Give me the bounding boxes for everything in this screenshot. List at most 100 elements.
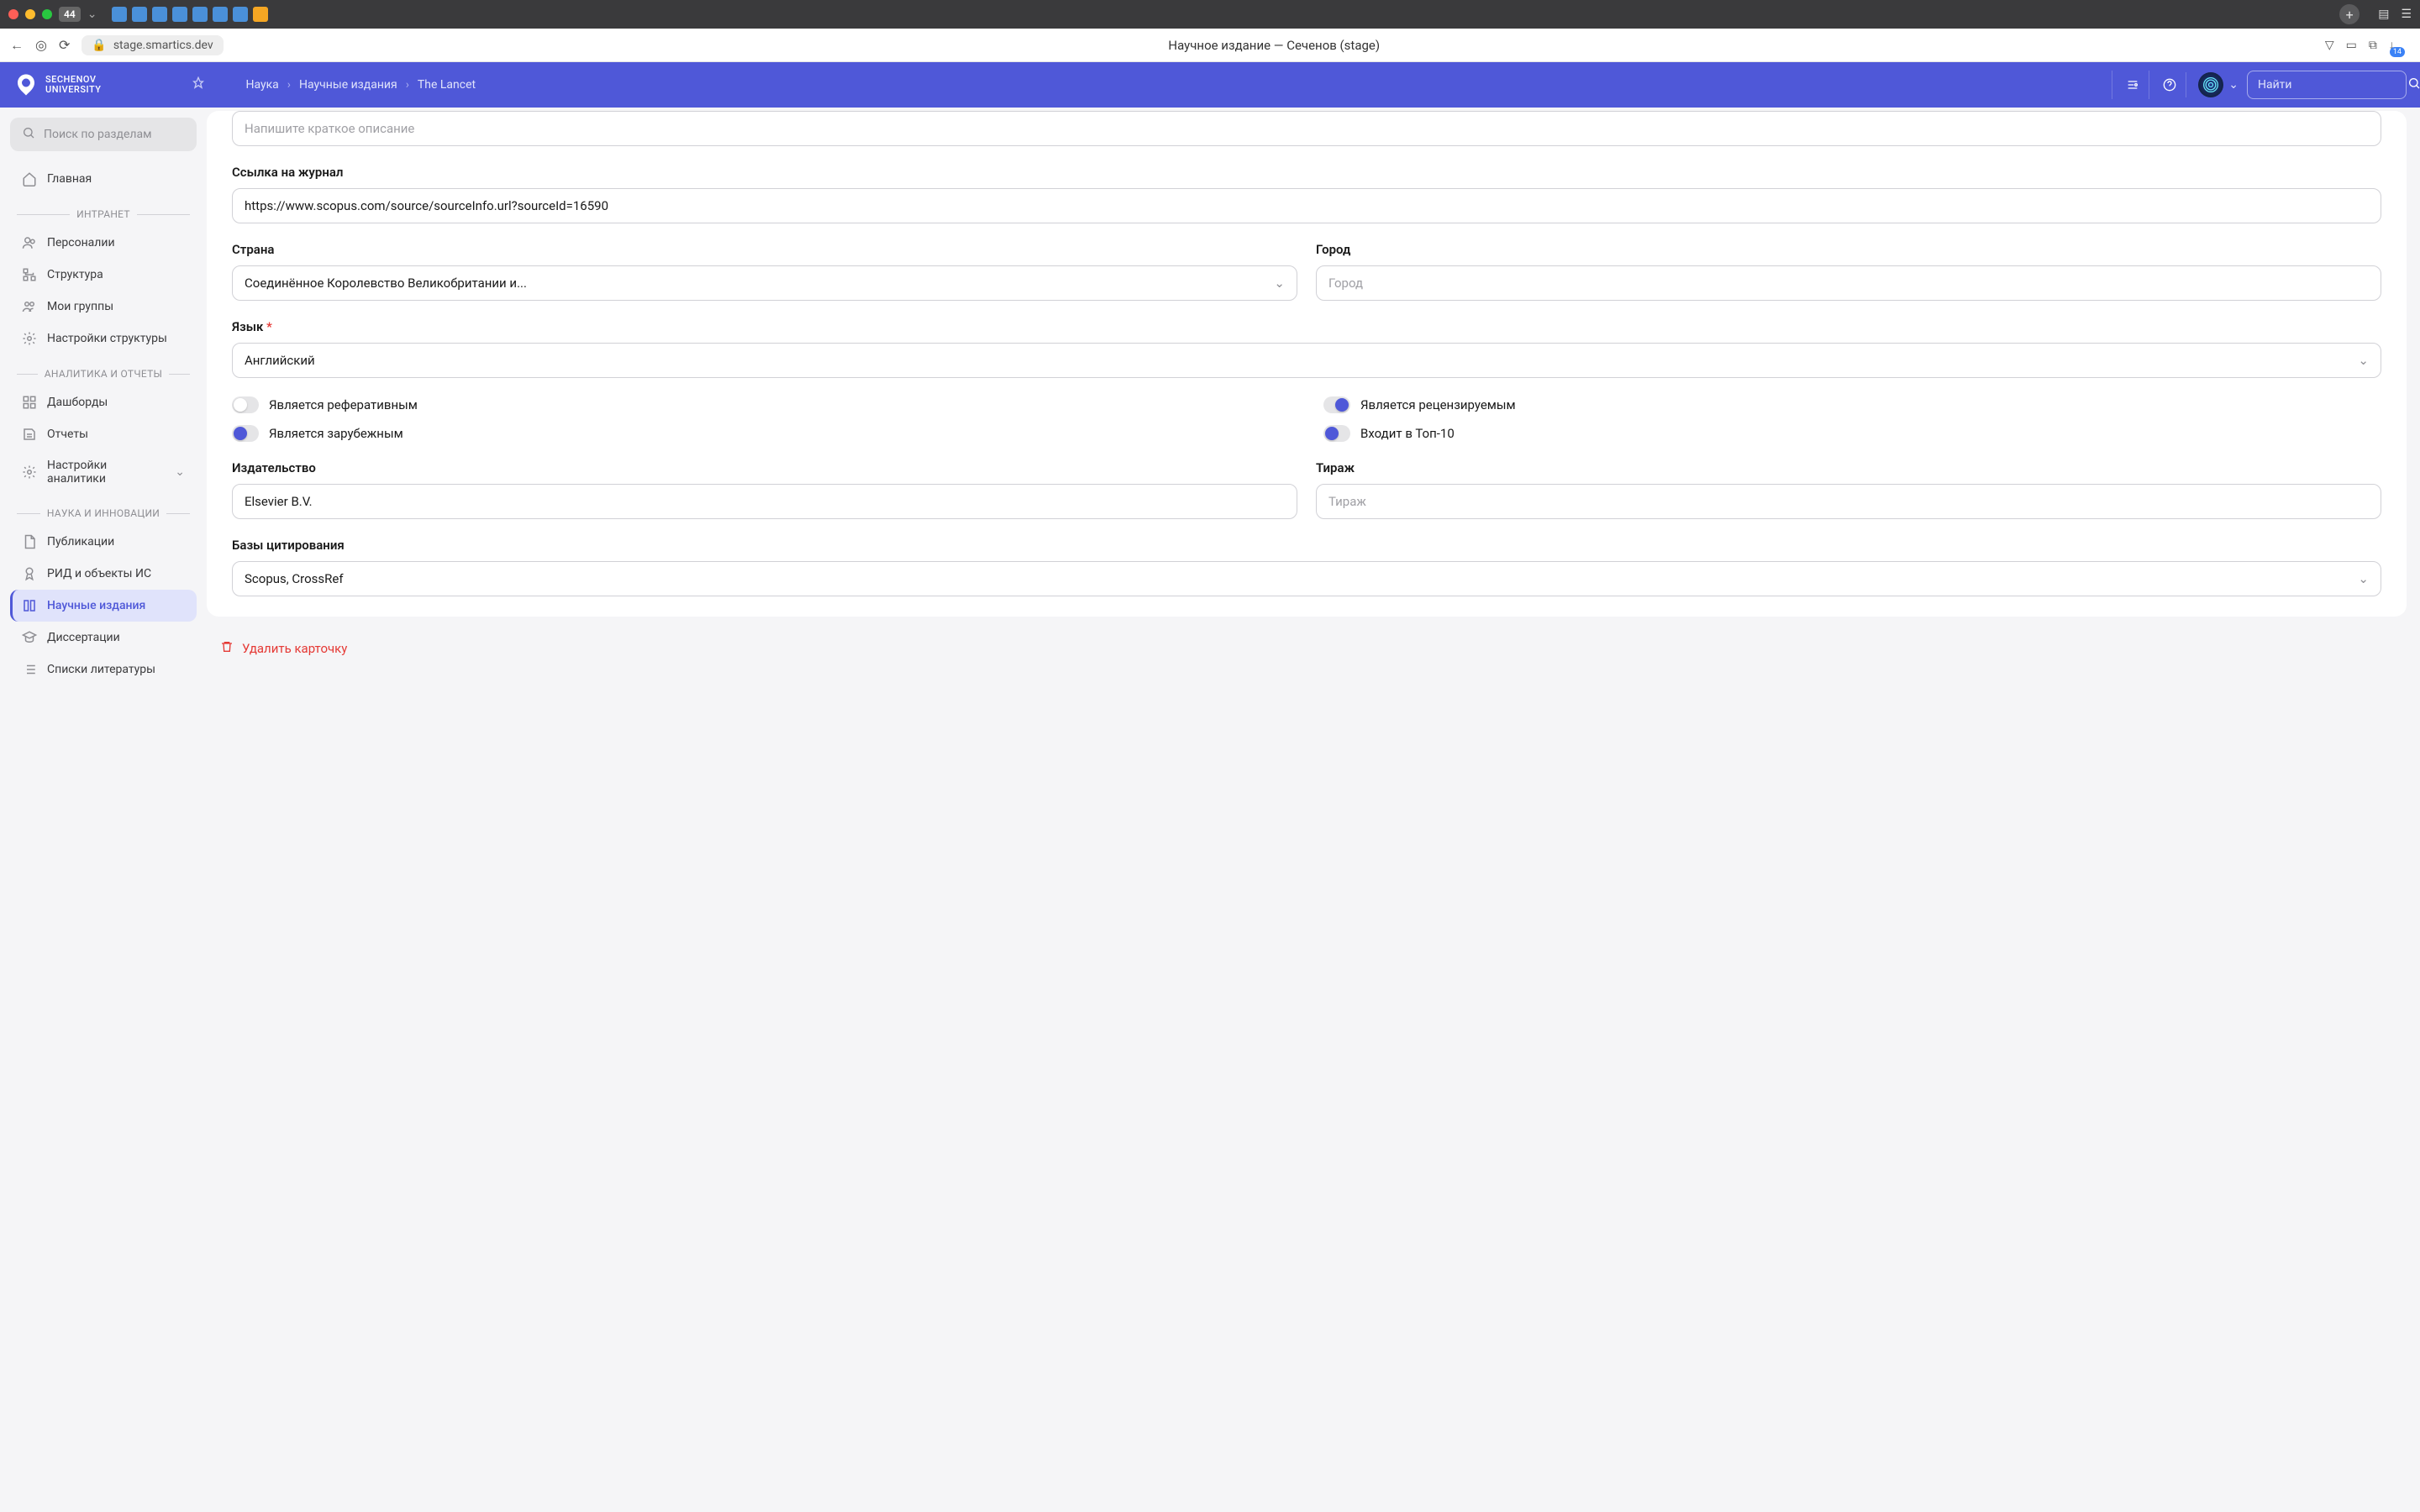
new-tab-button[interactable]: + bbox=[2339, 4, 2360, 24]
language-select[interactable]: Английский ⌄ bbox=[232, 343, 2381, 378]
window-controls bbox=[8, 9, 52, 19]
citation-value: Scopus, CrossRef bbox=[245, 571, 344, 586]
gear-icon bbox=[22, 331, 37, 346]
chevron-down-icon[interactable]: ⌄ bbox=[2228, 78, 2238, 92]
sidebar-item-structure[interactable]: Структура bbox=[10, 259, 197, 291]
sidebar-item-struct-settings[interactable]: Настройки структуры bbox=[10, 323, 197, 354]
maximize-window[interactable] bbox=[42, 9, 52, 19]
logo[interactable]: SECHENOV UNIVERSITY bbox=[13, 72, 101, 97]
pin-icon[interactable] bbox=[192, 76, 205, 93]
page-title: Научное издание — Сеченов (stage) bbox=[235, 38, 2313, 53]
doc-icon bbox=[22, 534, 37, 549]
sidebar-item-label: Персоналии bbox=[47, 236, 115, 249]
app-header: SECHENOV UNIVERSITY Наука › Научные изда… bbox=[0, 62, 2420, 108]
sidebar-item-label: Отчеты bbox=[47, 428, 88, 441]
breadcrumb-item[interactable]: Научные издания bbox=[299, 78, 397, 92]
macos-menubar: 44 ⌄ + ▤ ☰ bbox=[0, 0, 2420, 29]
chevron-down-icon: ⌄ bbox=[1274, 276, 1285, 291]
sidebar-item-publications[interactable]: Публикации bbox=[10, 526, 197, 558]
sidebar-item-analytics-settings[interactable]: Настройки аналитики ⌄ bbox=[10, 450, 197, 494]
sidebar-item-label: Настройки аналитики bbox=[47, 459, 165, 486]
city-input[interactable] bbox=[1316, 265, 2381, 301]
settings-icon[interactable] bbox=[2112, 71, 2140, 99]
language-label: Язык * bbox=[232, 319, 2381, 334]
sidebar-item-label: Диссертации bbox=[47, 631, 120, 644]
chevron-down-icon: ⌄ bbox=[2358, 353, 2369, 368]
tab-count-badge[interactable]: 44 bbox=[59, 7, 81, 22]
toggle-referative[interactable] bbox=[232, 396, 259, 413]
sidebar-item-journals[interactable]: Научные издания bbox=[10, 590, 197, 622]
toggle-peer-reviewed[interactable] bbox=[1323, 396, 1350, 413]
trash-icon bbox=[220, 640, 234, 657]
close-window[interactable] bbox=[8, 9, 18, 19]
city-label: Город bbox=[1316, 242, 2381, 257]
address-bar[interactable]: 🔒 stage.smartics.dev bbox=[82, 35, 223, 55]
breadcrumb-item[interactable]: The Lancet bbox=[418, 78, 476, 92]
publisher-input[interactable] bbox=[232, 484, 1297, 519]
logo-text-2: UNIVERSITY bbox=[45, 85, 101, 95]
toggle-foreign[interactable] bbox=[232, 425, 259, 442]
breadcrumb-item[interactable]: Наука bbox=[245, 78, 278, 92]
sidebar-item-reports[interactable]: Отчеты bbox=[10, 418, 197, 450]
sidebar-section-header: НАУКА И ИННОВАЦИИ bbox=[17, 507, 190, 519]
users-icon bbox=[22, 235, 37, 250]
sidebar-search[interactable] bbox=[10, 118, 197, 151]
list-icon bbox=[22, 662, 37, 677]
sidebar-item-bibliography[interactable]: Списки литературы bbox=[10, 654, 197, 685]
logo-icon bbox=[13, 72, 39, 97]
header-search[interactable] bbox=[2247, 71, 2407, 99]
search-input[interactable] bbox=[2258, 78, 2407, 92]
link-label: Ссылка на журнал bbox=[232, 165, 2381, 180]
gear-icon bbox=[22, 465, 37, 480]
sidebar-item-dissertations[interactable]: Диссертации bbox=[10, 622, 197, 654]
country-select[interactable]: Соединённое Королевство Великобритании и… bbox=[232, 265, 1297, 301]
sidebar: Главная ИНТРАНЕТ Персоналии Структура Мо… bbox=[0, 108, 207, 756]
home-icon bbox=[22, 171, 37, 186]
toggle-label: Входит в Топ-10 bbox=[1360, 426, 1455, 441]
sidebar-item-label: Структура bbox=[47, 268, 103, 281]
back-button[interactable]: ← bbox=[10, 37, 24, 54]
description-input[interactable] bbox=[232, 111, 2381, 146]
yandex-icon[interactable]: ◎ bbox=[35, 37, 47, 53]
chevron-right-icon: › bbox=[406, 78, 409, 92]
avatar[interactable] bbox=[2198, 72, 2223, 97]
dashboard-icon bbox=[22, 395, 37, 410]
citation-select[interactable]: Scopus, CrossRef ⌄ bbox=[232, 561, 2381, 596]
browser-toolbar: ← ◎ ⟳ 🔒 stage.smartics.dev Научное издан… bbox=[0, 29, 2420, 62]
chevron-down-icon: ⌄ bbox=[2358, 571, 2369, 586]
groups-icon bbox=[22, 299, 37, 314]
extensions-icon[interactable]: ⧉ bbox=[2369, 39, 2377, 52]
tab-strip[interactable] bbox=[112, 7, 2333, 22]
sidebar-section-header: АНАЛИТИКА И ОТЧЕТЫ bbox=[17, 368, 190, 380]
toggle-top10[interactable] bbox=[1323, 425, 1350, 442]
sidebar-item-label: Научные издания bbox=[47, 599, 145, 612]
search-icon[interactable] bbox=[2407, 76, 2420, 93]
delete-card-button[interactable]: Удалить карточку bbox=[207, 632, 2407, 665]
circulation-label: Тираж bbox=[1316, 460, 2381, 475]
report-icon bbox=[22, 427, 37, 442]
sidebar-item-label: Главная bbox=[47, 172, 92, 186]
toggle-label: Является зарубежным bbox=[269, 426, 403, 441]
sidebar-item-rid[interactable]: РИД и объекты ИС bbox=[10, 558, 197, 590]
downloads-icon[interactable]: ↓14 bbox=[2389, 38, 2410, 52]
chevron-down-icon[interactable]: ⌄ bbox=[87, 8, 97, 21]
sidebar-search-input[interactable] bbox=[44, 128, 193, 141]
chevron-right-icon: › bbox=[287, 78, 291, 92]
minimize-window[interactable] bbox=[25, 9, 35, 19]
bookmarks-icon[interactable]: ▤ bbox=[2378, 8, 2389, 21]
toggle-label: Является рецензируемым bbox=[1360, 397, 1516, 412]
lock-icon: 🔒 bbox=[92, 39, 106, 52]
sidebar-item-dashboards[interactable]: Дашборды bbox=[10, 386, 197, 418]
country-label: Страна bbox=[232, 242, 1297, 257]
sidebar-item-home[interactable]: Главная bbox=[10, 163, 197, 195]
circulation-input[interactable] bbox=[1316, 484, 2381, 519]
sidebar-item-persons[interactable]: Персоналии bbox=[10, 227, 197, 259]
help-icon[interactable] bbox=[2149, 71, 2177, 99]
sidebar-item-groups[interactable]: Мои группы bbox=[10, 291, 197, 323]
link-input[interactable] bbox=[232, 188, 2381, 223]
menu-icon[interactable]: ☰ bbox=[2401, 8, 2412, 21]
bookmark-icon[interactable]: ▽ bbox=[2325, 39, 2334, 52]
reload-button[interactable]: ⟳ bbox=[59, 37, 70, 53]
sidebar-item-label: Мои группы bbox=[47, 300, 113, 313]
search-icon bbox=[22, 126, 35, 143]
